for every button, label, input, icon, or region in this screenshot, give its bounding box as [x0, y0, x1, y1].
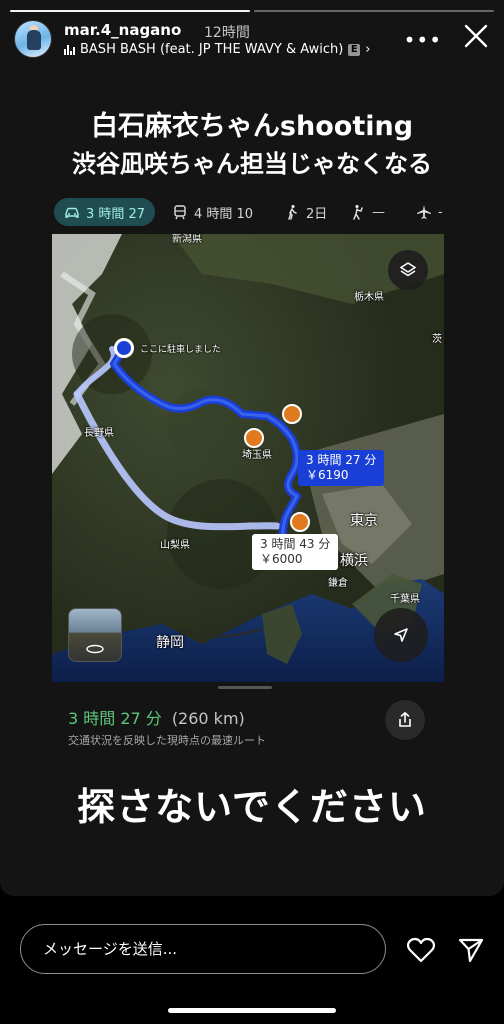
post-time: 12時間 — [204, 25, 250, 41]
share-icon — [399, 711, 411, 727]
story-progress — [10, 10, 494, 12]
place-label: 鎌倉 — [328, 578, 348, 589]
message-input[interactable]: メッセージを送信... — [20, 924, 386, 974]
place-label: 千葉県 — [390, 594, 420, 605]
progress-segment — [254, 10, 494, 12]
username[interactable]: mar.4_nagano — [64, 21, 181, 39]
street-view-thumbnail[interactable] — [68, 608, 122, 662]
route-distance: (260 km) — [171, 709, 245, 728]
place-label: 栃木県 — [354, 292, 384, 303]
place-label: 山梨県 — [160, 540, 190, 551]
duration-value: 3 時間 27 分 — [68, 709, 162, 728]
caption-line-1: 白石麻衣ちゃんshooting — [90, 111, 414, 142]
music-bars-icon — [64, 44, 75, 55]
tab-flight[interactable]: - — [416, 198, 443, 226]
walk-icon — [288, 204, 297, 220]
send-icon[interactable] — [457, 936, 485, 964]
tab-flight-label: - — [438, 204, 443, 220]
close-icon[interactable] — [462, 22, 490, 50]
plane-icon — [417, 205, 431, 219]
home-indicator — [168, 1008, 336, 1013]
place-label: 横浜 — [340, 553, 368, 569]
chevron-right-icon: › — [365, 42, 371, 57]
place-label: 新潟県 — [172, 234, 202, 245]
progress-segment — [10, 10, 250, 12]
toll-marker[interactable] — [244, 428, 264, 448]
route-alt-time: 3 時間 43 分 — [260, 537, 331, 551]
pin-label: ここに駐車しました — [140, 345, 222, 355]
share-button[interactable] — [385, 700, 425, 740]
tab-train[interactable]: 4 時間 10 — [172, 198, 253, 226]
more-options-icon[interactable]: ••• — [404, 28, 442, 52]
story-header: mar.4_nagano 12時間 BASH BASH (feat. JP TH… — [14, 18, 490, 62]
navigation-arrow-icon — [394, 628, 408, 642]
tab-walk-label: 2日 — [306, 206, 328, 222]
story-frame: mar.4_nagano 12時間 BASH BASH (feat. JP TH… — [0, 0, 504, 896]
explicit-badge: E — [348, 43, 361, 56]
toll-marker[interactable] — [290, 512, 310, 532]
rotate-icon — [86, 644, 104, 654]
caption-line-2: 渋谷凪咲ちゃん担当じゃなくなる — [72, 150, 432, 178]
place-label: 茨 — [432, 334, 442, 345]
message-placeholder: メッセージを送信... — [43, 940, 178, 958]
layers-button[interactable] — [388, 250, 428, 290]
drag-handle[interactable] — [218, 686, 272, 689]
map-view[interactable]: ここに駐車しました 新潟県 栃木県 茨 長野県 埼玉県 東京 山梨県 横浜 鎌倉… — [52, 234, 444, 682]
route-note: 交通状況を反映した現時点の最速ルート — [68, 734, 266, 747]
tab-rideshare[interactable]: — — [350, 198, 385, 226]
route-main-time: 3 時間 27 分 — [306, 453, 377, 467]
route-alt-badge[interactable]: 3 時間 43 分 ￥6000 — [252, 534, 339, 570]
travel-mode-tabs: 3 時間 27 4 時間 10 2日 — - — [54, 198, 448, 228]
toll-marker[interactable] — [282, 404, 302, 424]
place-label: 静岡 — [156, 635, 184, 651]
tab-rideshare-label: — — [372, 204, 385, 220]
caption-bottom: 探さないでください — [77, 785, 427, 829]
music-title: BASH BASH (feat. JP THE WAVY & Awich) — [80, 42, 344, 57]
car-icon — [65, 207, 79, 218]
place-label: 埼玉県 — [242, 450, 272, 461]
tab-walk[interactable]: 2日 — [284, 198, 327, 226]
route-main-badge[interactable]: 3 時間 27 分 ￥6190 — [298, 450, 385, 486]
place-label: 長野県 — [84, 428, 114, 439]
train-icon — [174, 205, 186, 220]
layers-icon — [399, 262, 417, 277]
place-label: 東京 — [350, 513, 378, 529]
rideshare-icon — [353, 204, 363, 220]
heart-icon[interactable] — [406, 936, 436, 964]
locate-button[interactable] — [374, 608, 428, 662]
start-pin[interactable] — [114, 338, 134, 358]
avatar[interactable] — [14, 20, 52, 58]
route-duration: 3 時間 27 分 (260 km) — [68, 705, 245, 729]
tab-train-label: 4 時間 10 — [194, 206, 254, 222]
tab-car[interactable]: 3 時間 27 — [54, 198, 156, 226]
tab-car-label: 3 時間 27 — [86, 206, 146, 222]
route-main-cost: ￥6190 — [306, 468, 349, 482]
route-alt-cost: ￥6000 — [260, 552, 303, 566]
music-label[interactable]: BASH BASH (feat. JP THE WAVY & Awich) E … — [64, 42, 371, 57]
